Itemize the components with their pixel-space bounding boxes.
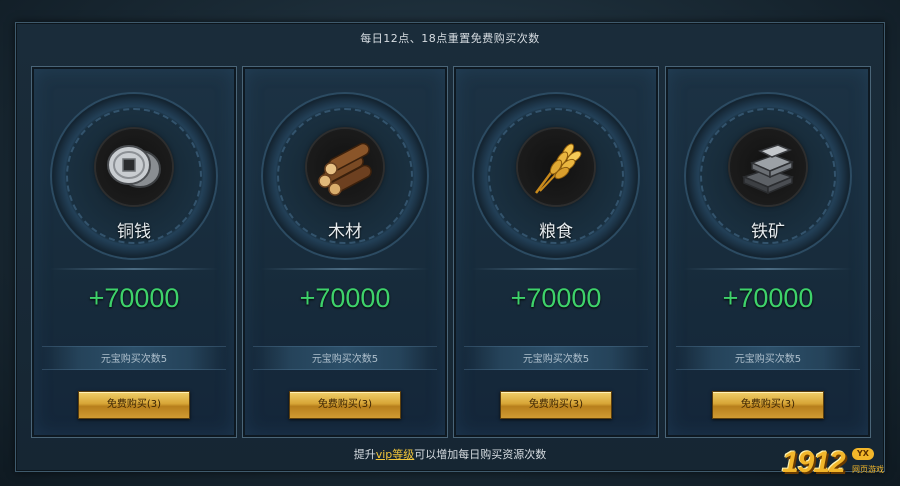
resource-card-copper: 铜钱 +70000 元宝购买次数5 免费购买(3) (31, 66, 237, 438)
copper-coin-icon (96, 129, 172, 205)
resource-amount: +70000 (722, 283, 814, 313)
resource-name: 粮食 (539, 222, 573, 242)
resource-amount: +70000 (88, 283, 180, 313)
logo-badge: YX (852, 448, 874, 460)
resource-name: 木材 (328, 222, 362, 242)
ingot-purchase-count: 元宝购买次数5 (100, 354, 168, 365)
free-buy-button-copper[interactable]: 免费购买(3) (78, 391, 190, 419)
resource-name: 铜钱 (117, 222, 151, 242)
vip-level-link[interactable]: vip等级 (376, 448, 415, 461)
vip-hint-prefix: 提升 (353, 448, 376, 461)
iron-ingot-icon (730, 129, 806, 205)
reset-note: 每日12点、18点重置免费购买次数 (360, 32, 540, 45)
wood-logs-icon (307, 129, 383, 205)
vip-hint: 提升vip等级可以增加每日购买资源次数 (0, 446, 900, 462)
ingot-purchase-count: 元宝购买次数5 (522, 354, 590, 365)
free-buy-button-iron[interactable]: 免费购买(3) (712, 391, 824, 419)
resource-card-iron: 铁矿 +70000 元宝购买次数5 免费购买(3) (665, 66, 871, 438)
free-buy-button-grain[interactable]: 免费购买(3) (500, 391, 612, 419)
grain-wheat-icon (518, 129, 594, 205)
logo-number: 1912 (782, 446, 846, 479)
site-logo: 1912 YX 网页游戏 (782, 446, 890, 482)
resource-amount: +70000 (510, 283, 602, 313)
resource-card-grain: 粮食 +70000 元宝购买次数5 免费购买(3) (453, 66, 659, 438)
divider (50, 268, 218, 270)
divider (684, 268, 852, 270)
ingot-purchase-count: 元宝购买次数5 (311, 354, 379, 365)
ingot-purchase-count: 元宝购买次数5 (734, 354, 802, 365)
divider (472, 268, 640, 270)
vip-hint-suffix: 可以增加每日购买资源次数 (414, 448, 547, 461)
free-buy-button-wood[interactable]: 免费购买(3) (289, 391, 401, 419)
logo-subtitle: 网页游戏 (852, 465, 884, 474)
resource-card-wood: 木材 +70000 元宝购买次数5 免费购买(3) (242, 66, 448, 438)
resource-amount: +70000 (299, 283, 391, 313)
resource-name: 铁矿 (751, 222, 785, 242)
divider (261, 268, 429, 270)
